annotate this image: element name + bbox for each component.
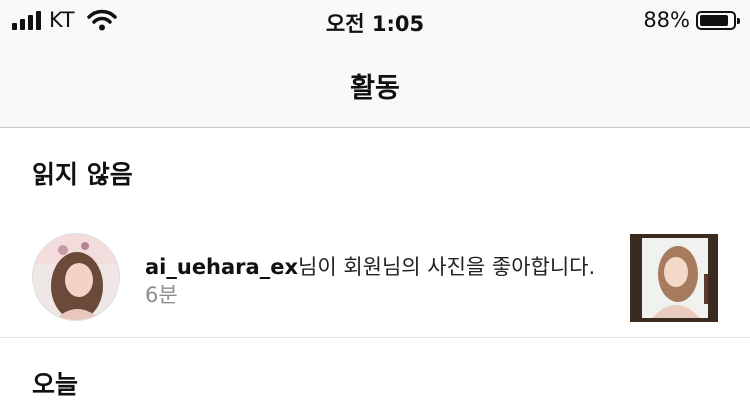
battery-fill [700,14,728,26]
notification-text: ai_uehara_ex님이 회원님의 사진을 좋아합니다. 6분 [145,253,600,309]
notification-message: 님이 회원님의 사진을 좋아합니다. [298,255,596,279]
status-time: 오전 1:05 [325,12,425,36]
navigation-bar: 활동 [0,40,750,128]
page-title: 활동 [350,73,400,104]
battery-nub [737,17,740,24]
notification-username[interactable]: ai_uehara_ex [145,255,298,279]
battery-percent: 88% [643,8,690,32]
battery-icon [696,10,740,30]
section-header-today: 오늘 [32,370,79,399]
avatar[interactable] [32,233,120,321]
post-thumbnail[interactable] [630,234,718,322]
status-right: 88% [643,8,740,32]
notification-time: 6분 [145,283,178,307]
status-bar: KT 오전 1:05 88% [0,0,750,40]
section-header-unread: 읽지 않음 [32,160,133,189]
notification-row[interactable]: ai_uehara_ex님이 회원님의 사진을 좋아합니다. 6분 [0,216,750,338]
